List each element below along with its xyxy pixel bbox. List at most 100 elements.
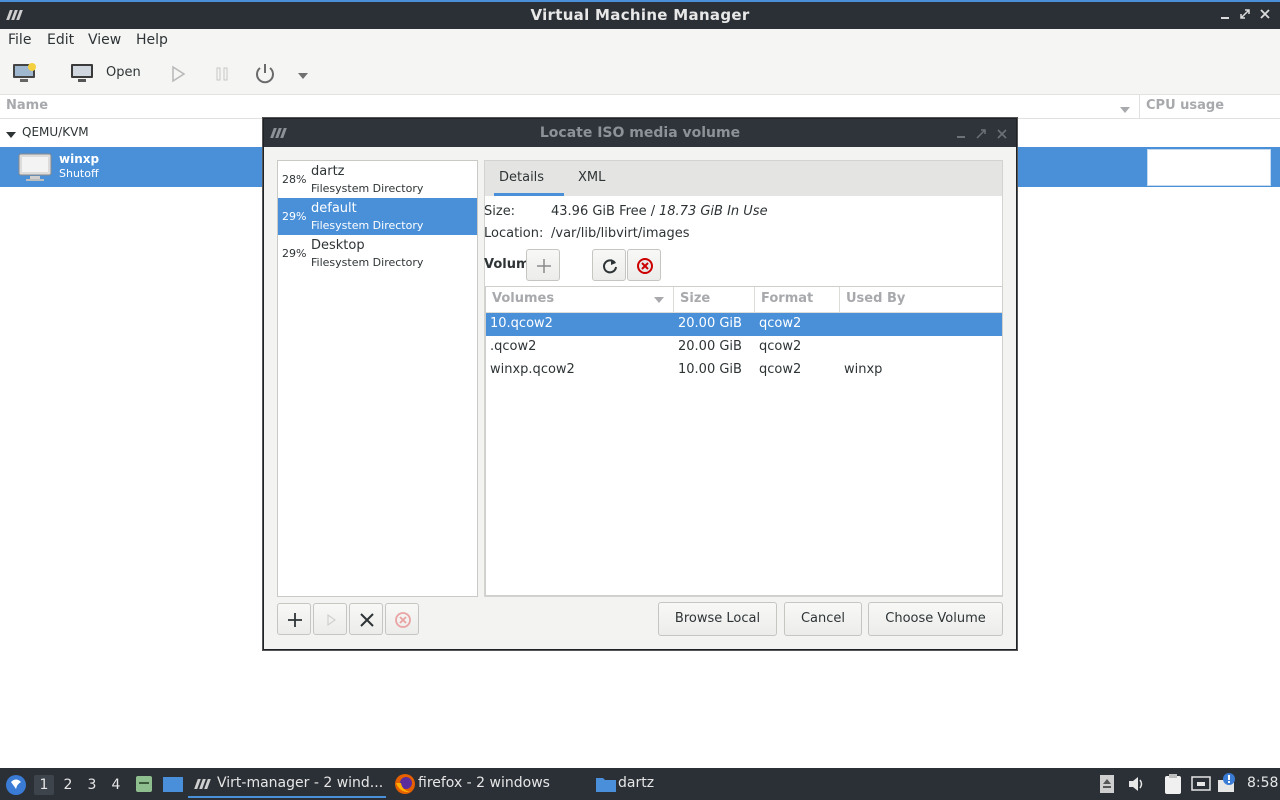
volume-name: .qcow2 [490,339,537,354]
pool-item-default[interactable]: 29% default Filesystem Directory [278,198,477,235]
size-used-value: 18.73 GiB In Use [659,204,768,219]
menu-help[interactable]: Help [136,32,168,48]
start-pool-button[interactable] [313,603,347,635]
file-cabinet-icon[interactable] [134,774,154,798]
folder-icon[interactable] [595,774,617,798]
table-row[interactable]: 10.qcow2 20.00 GiB qcow2 [486,313,1002,336]
add-volume-button[interactable] [526,249,560,281]
chevron-down-icon[interactable] [297,69,309,84]
delete-icon [395,612,411,628]
app-menu-icon[interactable] [5,774,27,800]
refresh-icon [603,259,617,274]
task-label: Virt-manager - 2 wind... [217,775,384,791]
dialog-title: Locate ISO media volume [539,125,741,141]
cpu-usage-graph [1147,149,1271,186]
close-icon[interactable] [1258,8,1272,22]
task-dartz[interactable]: dartz [618,775,654,791]
pool-type: Filesystem Directory [311,219,424,232]
choose-volume-button[interactable]: Choose Volume [868,602,1003,636]
delete-volume-button[interactable] [627,249,661,281]
size-label: Size: [484,204,516,219]
volume-name: winxp.qcow2 [490,362,575,377]
volume-size: 20.00 GiB [678,316,742,331]
size-free-value: 43.96 GiB Free / [551,204,656,219]
toolbar: Open [0,53,1280,95]
notification-icon[interactable] [1215,772,1237,800]
monitor-icon[interactable] [70,63,94,87]
volume-icon[interactable] [1127,775,1147,797]
run-icon[interactable] [170,65,186,87]
workspace-3[interactable]: 3 [82,775,102,795]
open-button[interactable]: Open [106,65,141,80]
power-icon[interactable] [253,62,277,90]
table-row[interactable]: winxp.qcow2 10.00 GiB qcow2 winxp [486,359,1002,382]
window-titlebar: Virtual Machine Manager [0,0,1280,29]
dialog-titlebar: Locate ISO media volume [264,119,1016,147]
column-used-by[interactable]: Used By [840,287,1002,313]
pool-item-desktop[interactable]: 29% Desktop Filesystem Directory [278,235,477,272]
column-name[interactable]: Name [6,98,48,113]
table-row[interactable]: .qcow2 20.00 GiB qcow2 [486,336,1002,359]
maximize-icon[interactable] [1238,8,1252,22]
tab-bar: Details XML [484,160,1003,196]
pool-type: Filesystem Directory [311,256,424,269]
network-icon[interactable] [1191,774,1211,798]
column-format[interactable]: Format [755,287,840,313]
new-vm-icon[interactable] [12,62,38,88]
volume-name: 10.qcow2 [490,316,553,331]
volume-used-by: winxp [844,362,883,377]
stop-pool-button[interactable] [349,603,383,635]
plus-icon [537,259,551,273]
pool-name: default [311,201,357,216]
pool-item-dartz[interactable]: 28% dartz Filesystem Directory [278,161,477,198]
volume-format: qcow2 [759,316,802,331]
workspace-1[interactable]: 1 [34,775,54,795]
tab-xml[interactable]: XML [578,170,605,185]
column-cpu-usage[interactable]: CPU usage [1146,98,1224,113]
taskbar: 1 2 3 4 Virt-manager - 2 wind... firefox… [0,768,1280,800]
connection-label: QEMU/KVM [22,125,89,139]
desktop-icon[interactable] [162,774,184,798]
virt-manager-logo-icon [194,779,214,789]
task-virt-manager[interactable]: Virt-manager - 2 wind... [188,770,386,798]
tab-details[interactable]: Details [499,170,544,185]
volume-format: qcow2 [759,362,802,377]
sort-arrow-icon [1119,103,1131,118]
close-icon [360,613,374,627]
workspace-2[interactable]: 2 [58,775,78,795]
storage-pool-list: 28% dartz Filesystem Directory 29% defau… [277,160,478,597]
task-firefox[interactable]: firefox - 2 windows [418,775,550,791]
refresh-volumes-button[interactable] [592,249,626,281]
volume-format: qcow2 [759,339,802,354]
menu-file[interactable]: File [8,32,31,48]
minimize-icon[interactable] [1218,8,1232,22]
locate-iso-dialog: Locate ISO media volume 28% dartz Filesy… [263,118,1017,650]
cancel-button[interactable]: Cancel [784,602,862,636]
pause-icon[interactable] [214,65,230,87]
location-label: Location: [484,226,544,241]
vm-monitor-icon [18,153,52,187]
firefox-icon[interactable] [394,773,416,799]
window-title: Virtual Machine Manager [530,6,750,24]
menu-edit[interactable]: Edit [47,32,74,48]
add-pool-button[interactable] [277,603,311,635]
menu-view[interactable]: View [88,32,121,48]
vm-state: Shutoff [59,167,99,180]
eject-icon[interactable] [1099,774,1115,798]
pool-usage: 29% [282,247,307,260]
workspace-4[interactable]: 4 [106,775,126,795]
pool-usage: 29% [282,210,307,223]
pool-usage: 28% [282,173,307,186]
delete-pool-button[interactable] [385,603,419,635]
plus-icon [288,613,302,627]
dialog-maximize-icon[interactable] [976,128,986,143]
clipboard-icon[interactable] [1163,773,1183,799]
pool-name: dartz [311,164,345,179]
expander-down-icon[interactable] [5,128,17,143]
vm-list-header: Name CPU usage [0,95,1280,119]
dialog-close-icon[interactable] [997,128,1007,143]
column-size[interactable]: Size [674,287,755,313]
column-volumes[interactable]: Volumes [486,287,674,313]
browse-local-button[interactable]: Browse Local [658,602,777,636]
dialog-minimize-icon[interactable] [956,128,966,143]
